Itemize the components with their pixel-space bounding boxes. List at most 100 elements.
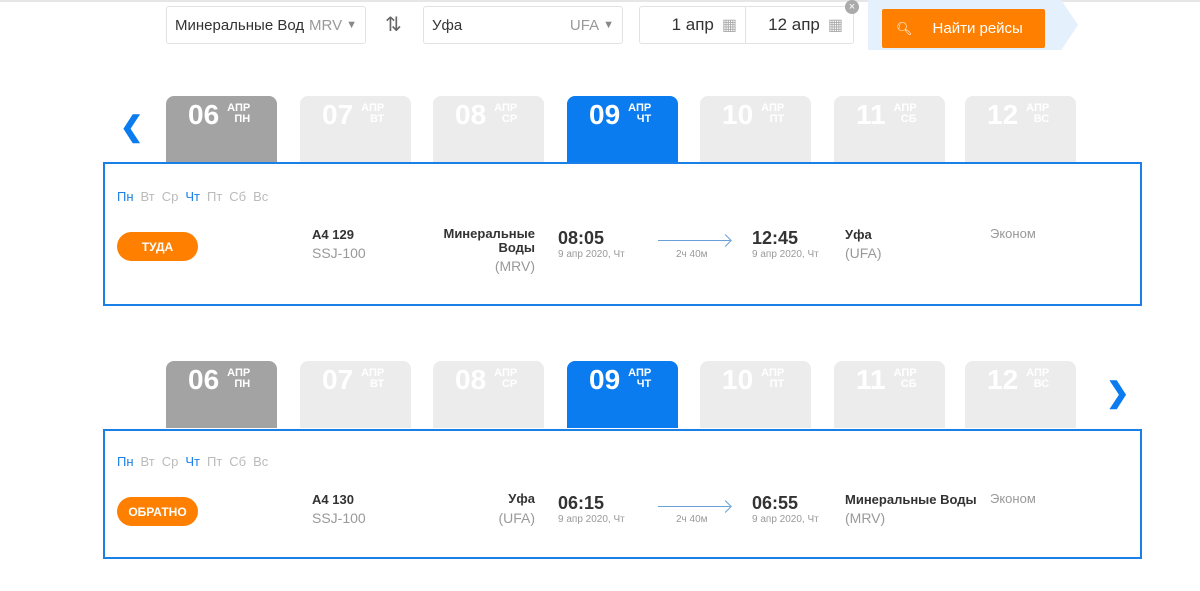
date-tab[interactable]: 09 АПР ЧТ	[567, 96, 678, 163]
dates-field[interactable]: 1 апр ▦ 12 апр ▦	[639, 6, 854, 44]
date-tab[interactable]: 08 АПР СР	[433, 361, 544, 428]
date-weekday: ПН	[234, 378, 251, 390]
weekday-4[interactable]: Пт	[207, 454, 222, 469]
flight-panel: Пн Вт Ср Чт Пт Сб Вс ОБРАТНО А4 130 SSJ-100 Уф…	[103, 429, 1142, 559]
weekday-4[interactable]: Пт	[207, 189, 222, 204]
date-tab[interactable]: 12 АПР ВС	[965, 96, 1076, 163]
chevron-down-icon: ▼	[346, 19, 357, 31]
date-day: 08	[455, 99, 487, 130]
to-code: UFA	[569, 16, 600, 34]
duration: 2ч 40м	[676, 514, 708, 525]
departure-time: 08:05	[558, 228, 605, 248]
date-day: 09	[589, 99, 621, 130]
date-tab[interactable]: 10 АПР ПТ	[700, 361, 811, 428]
date-day: 10	[722, 99, 754, 130]
weekday-5[interactable]: Сб	[229, 189, 246, 204]
weekday-filter: Пн Вт Ср Чт Пт Сб Вс	[117, 189, 268, 204]
swap-icon[interactable]: ⇅	[385, 12, 402, 37]
date-tab[interactable]: 09 АПР ЧТ	[567, 361, 678, 428]
date-day: 07	[322, 364, 354, 395]
arrival-date: 9 апр 2020, Чт	[752, 514, 819, 525]
aircraft: SSJ-100	[312, 510, 366, 526]
date-out-value: 1 апр	[671, 15, 714, 34]
date-weekday: ВС	[1033, 113, 1050, 125]
date-tab[interactable]: 06 АПР ПН	[166, 96, 277, 163]
date-tab[interactable]: 11 АПР СБ	[834, 361, 945, 428]
date-day: 06	[188, 99, 220, 130]
weekday-1[interactable]: Вт	[141, 189, 155, 204]
arrival-code: (MRV)	[845, 510, 886, 526]
weekday-5[interactable]: Сб	[229, 454, 246, 469]
date-tab[interactable]: 07 АПР ВТ	[300, 96, 411, 163]
date-day: 11	[856, 364, 886, 395]
direction-badge: ТУДА	[117, 232, 198, 261]
weekday-3[interactable]: Чт	[185, 454, 200, 469]
date-tab[interactable]: 06 АПР ПН	[166, 361, 277, 428]
prev-dates-button[interactable]: ❮	[120, 110, 143, 143]
fare-class: Эконом	[990, 226, 1036, 241]
date-tab[interactable]: 11 АПР СБ	[834, 96, 945, 163]
date-tab[interactable]: 10 АПР ПТ	[700, 96, 811, 163]
date-day: 09	[589, 364, 621, 395]
departure-time: 06:15	[558, 493, 605, 513]
calendar-icon: ▦	[721, 17, 737, 34]
weekday-6[interactable]: Вс	[253, 189, 268, 204]
arrival-time: 12:45	[752, 228, 799, 248]
weekday-0[interactable]: Пн	[117, 189, 134, 204]
weekday-filter: Пн Вт Ср Чт Пт Сб Вс	[117, 454, 268, 469]
departure-city: Минеральные Воды	[443, 226, 535, 255]
fare-class: Эконом	[990, 491, 1036, 506]
departure-date: 9 апр 2020, Чт	[558, 249, 625, 260]
date-weekday: ЧТ	[636, 113, 652, 125]
arrival-city: Уфа	[845, 227, 872, 242]
search-icon: 🔍︎	[896, 20, 913, 36]
arrow-right-icon	[658, 240, 730, 241]
date-weekday: ВТ	[369, 113, 385, 125]
flight-panel: Пн Вт Ср Чт Пт Сб Вс ТУДА А4 129 SSJ-100 Минер…	[103, 162, 1142, 306]
weekday-6[interactable]: Вс	[253, 454, 268, 469]
date-day: 12	[987, 99, 1019, 130]
departure-code: (UFA)	[498, 510, 535, 526]
date-out-field[interactable]: 1 апр ▦	[640, 7, 746, 43]
search-button-label: Найти рейсы	[932, 20, 1023, 37]
weekday-1[interactable]: Вт	[141, 454, 155, 469]
chevron-down-icon: ▼	[603, 19, 614, 31]
date-weekday: СР	[501, 378, 518, 390]
date-weekday: ЧТ	[636, 378, 652, 390]
flight-number: А4 130	[312, 492, 354, 507]
clear-date-icon[interactable]: ×	[845, 0, 859, 14]
date-weekday: СР	[501, 113, 518, 125]
date-weekday: ВС	[1033, 378, 1050, 390]
date-back-field[interactable]: 12 апр ▦	[746, 15, 853, 35]
date-day: 07	[322, 99, 354, 130]
departure-city: Уфа	[508, 491, 535, 506]
to-value: Уфа	[432, 16, 463, 34]
date-day: 12	[987, 364, 1019, 395]
arrow-right-icon	[658, 506, 730, 507]
arrival-code: (UFA)	[845, 245, 882, 261]
weekday-2[interactable]: Ср	[162, 189, 179, 204]
weekday-0[interactable]: Пн	[117, 454, 134, 469]
to-field[interactable]: Уфа UFA ▼	[423, 6, 623, 44]
date-tab[interactable]: 07 АПР ВТ	[300, 361, 411, 428]
search-flights-button[interactable]: 🔍︎ Найти рейсы	[882, 9, 1045, 48]
direction-badge: ОБРАТНО	[117, 497, 198, 526]
from-field[interactable]: Минеральные Вод MRV ▼	[166, 6, 366, 44]
weekday-3[interactable]: Чт	[185, 189, 200, 204]
date-weekday: СБ	[900, 113, 917, 125]
weekday-2[interactable]: Ср	[162, 454, 179, 469]
date-tab[interactable]: 08 АПР СР	[433, 96, 544, 163]
next-dates-button[interactable]: ❯	[1106, 376, 1129, 409]
date-weekday: СБ	[900, 378, 917, 390]
flight-number: А4 129	[312, 227, 354, 242]
date-tab[interactable]: 12 АПР ВС	[965, 361, 1076, 428]
from-value: Минеральные Вод	[175, 16, 305, 34]
date-back-value: 12 апр	[768, 15, 820, 34]
departure-date: 9 апр 2020, Чт	[558, 514, 625, 525]
arrival-time: 06:55	[752, 493, 799, 513]
calendar-icon: ▦	[827, 17, 843, 34]
date-day: 08	[455, 364, 487, 395]
date-weekday: ПТ	[769, 113, 785, 125]
date-weekday: ПН	[234, 113, 251, 125]
date-weekday: ПТ	[769, 378, 785, 390]
